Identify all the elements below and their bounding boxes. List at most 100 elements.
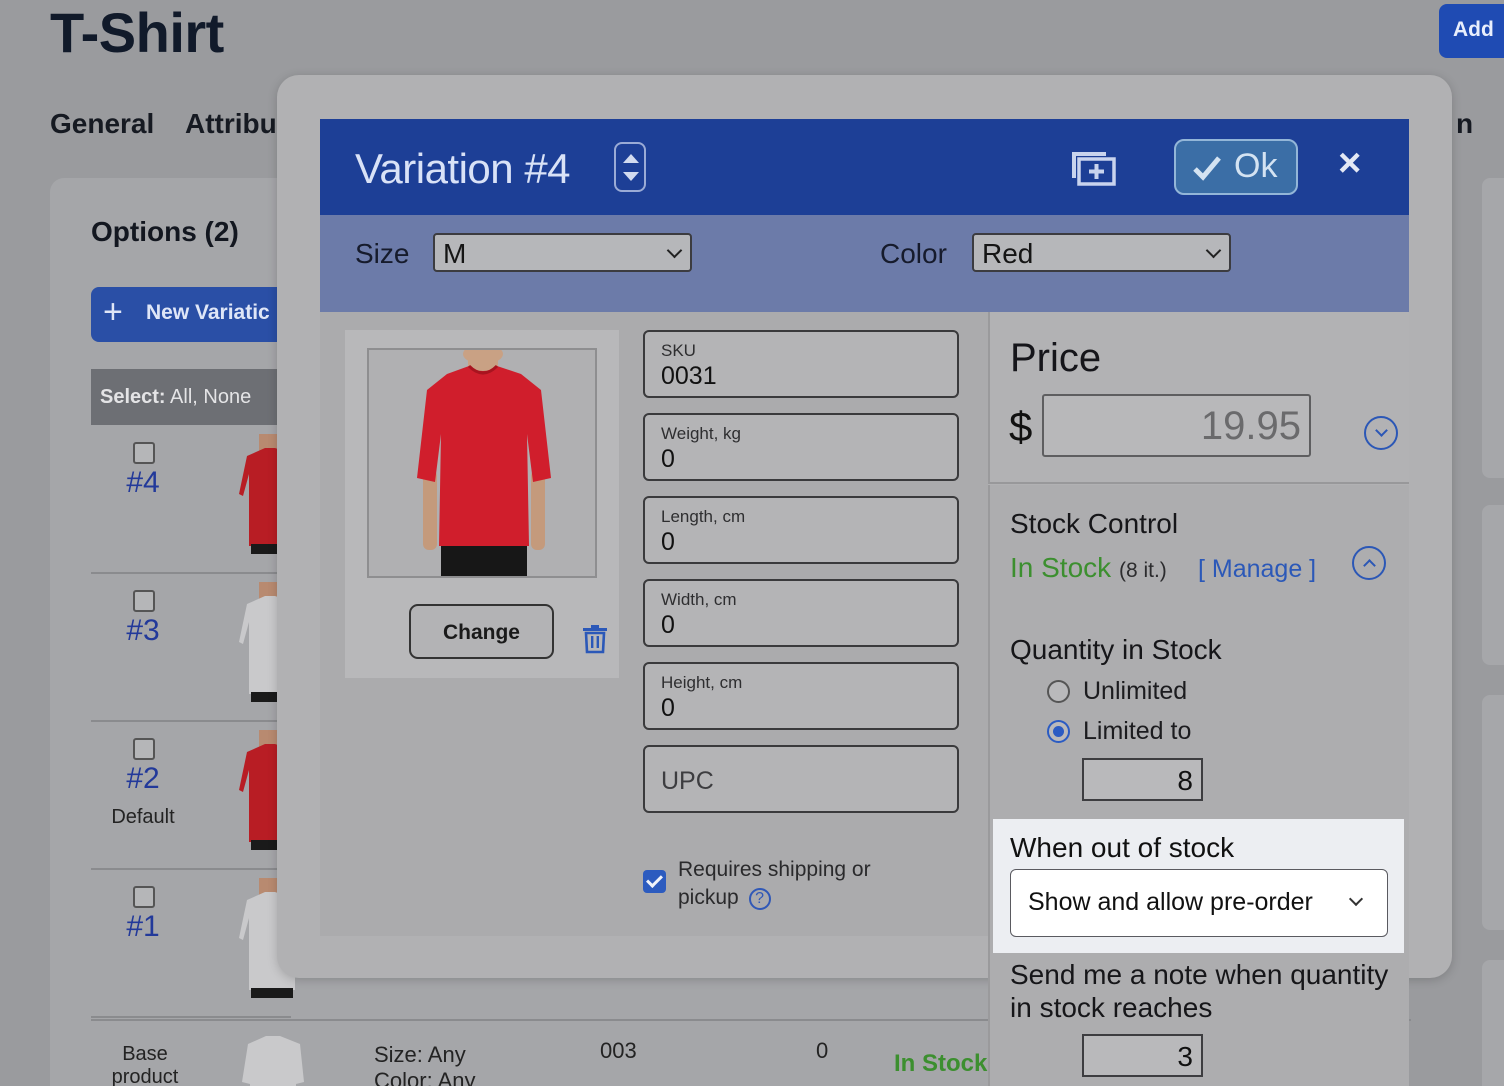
help-icon[interactable]: ? (748, 888, 771, 910)
select-links[interactable]: All, None (170, 386, 251, 408)
check-icon (1193, 156, 1221, 181)
variation-row[interactable]: #4 (91, 426, 303, 574)
variation-row[interactable]: #2 Default (91, 722, 303, 870)
quantity-in-stock-title: Quantity in Stock (1010, 634, 1222, 665)
requires-shipping-text: Requires shipping or pickup (678, 858, 871, 909)
variation-number[interactable]: #1 (91, 910, 195, 944)
variation-checkbox[interactable] (133, 886, 155, 908)
weight-field[interactable]: Weight, kg 0 (643, 413, 959, 481)
sku-field[interactable]: SKU 0031 (643, 330, 959, 398)
side-card (1482, 960, 1504, 1086)
sku-label: SKU (661, 341, 696, 360)
color-select[interactable]: Red (972, 233, 1231, 272)
upc-field[interactable]: UPC (643, 745, 959, 813)
weight-value: 0 (661, 445, 675, 473)
length-field[interactable]: Length, cm 0 (643, 496, 959, 564)
tab-attributes[interactable]: Attribu (185, 108, 277, 140)
shirt-thumbnail (242, 1036, 304, 1086)
size-label: Size (355, 238, 410, 269)
side-card (1482, 178, 1504, 478)
unlimited-label[interactable]: Unlimited (1083, 677, 1187, 706)
side-card (1482, 505, 1504, 665)
height-field[interactable]: Height, cm 0 (643, 662, 959, 730)
expand-price-button[interactable] (1364, 416, 1398, 450)
limited-quantity-input[interactable]: 8 (1082, 758, 1203, 801)
add-button[interactable]: Add (1439, 4, 1504, 58)
chevron-up-icon (1363, 559, 1376, 572)
variation-number[interactable]: #2 (91, 762, 195, 796)
ok-label: Ok (1234, 147, 1278, 185)
select-label: Select: (100, 386, 166, 408)
base-quantity: 0 (816, 1038, 829, 1063)
out-of-stock-select[interactable]: Show and allow pre-order (1010, 869, 1388, 937)
page-title: T-Shirt (50, 1, 224, 64)
variation-number[interactable]: #4 (91, 466, 195, 500)
price-input[interactable]: 19.95 (1042, 394, 1311, 457)
chevron-down-icon (1348, 891, 1364, 907)
width-label: Width, cm (661, 590, 737, 609)
sku-value: 0031 (661, 362, 717, 390)
new-variation-label: New Variatic (146, 301, 270, 324)
new-variation-button[interactable]: + New Variatic (91, 287, 291, 342)
requires-shipping-label: Requires shipping or pickup ? (678, 856, 888, 912)
base-color: Color: Any (374, 1068, 476, 1086)
out-of-stock-title: When out of stock (1010, 832, 1235, 863)
height-label: Height, cm (661, 673, 743, 692)
change-image-button[interactable]: Change (409, 604, 554, 659)
chevron-down-icon (666, 242, 683, 259)
size-select-value: M (443, 238, 467, 269)
select-bar: Select: All, None (91, 369, 291, 425)
modal-title: Variation #4 (355, 145, 571, 192)
low-stock-note-label: Send me a note when quantity in stock re… (1010, 959, 1389, 1023)
variation-number[interactable]: #3 (91, 614, 195, 648)
width-value: 0 (661, 611, 675, 639)
base-stock-status: In Stock (894, 1050, 988, 1077)
manage-stock-link[interactable]: [ Manage ] (1198, 555, 1316, 584)
duplicate-icon[interactable] (1070, 150, 1116, 186)
side-card (1482, 695, 1504, 930)
base-sku: 003 (600, 1038, 637, 1063)
low-stock-threshold-input[interactable]: 3 (1082, 1034, 1203, 1077)
variation-row[interactable]: #3 (91, 574, 303, 722)
variation-row[interactable]: #1 (91, 870, 303, 1018)
color-label: Color (880, 238, 947, 269)
ok-button[interactable]: Ok (1174, 139, 1298, 195)
variation-checkbox[interactable] (133, 442, 155, 464)
base-product-label: Base product (111, 1043, 179, 1086)
limited-label[interactable]: Limited to (1083, 717, 1191, 746)
tab-partial[interactable]: n (1456, 108, 1473, 140)
stock-count: (8 it.) (1118, 559, 1167, 582)
limited-radio[interactable] (1047, 720, 1070, 743)
size-select[interactable]: M (433, 233, 692, 272)
chevron-down-icon (623, 172, 639, 181)
out-of-stock-value: Show and allow pre-order (1028, 888, 1313, 916)
default-label: Default (111, 806, 175, 828)
options-title: Options (2) (91, 216, 239, 247)
variation-checkbox[interactable] (133, 590, 155, 612)
close-icon[interactable]: × (1338, 141, 1361, 186)
unlimited-radio[interactable] (1047, 680, 1070, 703)
stock-control-title: Stock Control (1010, 508, 1179, 539)
base-size: Size: Any (374, 1042, 466, 1067)
product-image (367, 348, 597, 578)
in-stock-text: In Stock (1010, 552, 1112, 583)
length-label: Length, cm (661, 507, 746, 526)
red-tshirt-photo (417, 350, 551, 576)
tab-general[interactable]: General (50, 108, 154, 140)
collapse-stock-button[interactable] (1352, 546, 1386, 580)
trash-icon[interactable] (582, 624, 608, 654)
variation-stepper[interactable] (614, 142, 646, 192)
height-value: 0 (661, 694, 675, 722)
requires-shipping-checkbox[interactable] (643, 870, 666, 893)
stock-status: In Stock (8 it.) (1010, 552, 1167, 584)
chevron-down-icon (1205, 242, 1222, 259)
upc-placeholder: UPC (661, 767, 714, 795)
variation-checkbox[interactable] (133, 738, 155, 760)
plus-icon: + (103, 293, 123, 331)
color-select-value: Red (982, 238, 1034, 269)
length-value: 0 (661, 528, 675, 556)
width-field[interactable]: Width, cm 0 (643, 579, 959, 647)
chevron-up-icon (623, 154, 639, 163)
currency-symbol: $ (1009, 403, 1033, 450)
chevron-down-icon (1375, 424, 1388, 437)
